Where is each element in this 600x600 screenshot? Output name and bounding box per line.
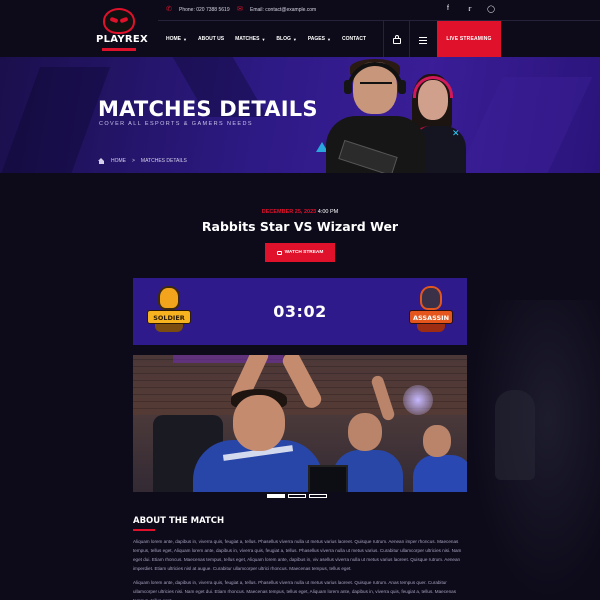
page-hero: MATCHES DETAILS COVER ALL ESPORTS & GAME…	[0, 57, 600, 173]
nav-about[interactable]: ABOUT US	[198, 36, 224, 42]
breadcrumb-home[interactable]: HOME	[111, 158, 126, 164]
background-soldier-silhouette	[495, 390, 535, 480]
slider-dot[interactable]	[267, 494, 285, 498]
twitter-icon[interactable]: 𝕣	[465, 5, 475, 13]
brand-logo[interactable]: PLAYREX	[96, 8, 149, 52]
mail-icon: ✉	[237, 6, 243, 13]
slider-dot[interactable]	[309, 494, 327, 498]
nav-divider	[383, 21, 384, 57]
team-right-name: ASSASSIN	[409, 310, 453, 324]
page-subtitle: COVER ALL ESPORTS & GAMERS NEEDS	[99, 121, 253, 127]
match-date: DECEMBER 25, 2023	[261, 209, 317, 215]
breadcrumb: HOME > MATCHES DETAILS	[98, 158, 187, 164]
facebook-icon[interactable]: f	[443, 5, 453, 12]
nav-divider	[409, 21, 410, 57]
watch-stream-button[interactable]: WATCH STREAM	[265, 243, 335, 262]
about-heading: ABOUT THE MATCH	[133, 516, 225, 526]
match-title: Rabbits Star VS Wizard Wer	[201, 219, 399, 234]
chevron-down-icon: ▼	[326, 36, 331, 42]
chevron-down-icon: ▼	[183, 36, 187, 42]
match-photo	[133, 355, 467, 492]
team-assassin-logo: ASSASSIN	[409, 286, 453, 336]
chevron-down-icon: ▼	[292, 36, 297, 42]
nav-pages[interactable]: PAGES ▼	[308, 36, 331, 42]
nav-contact-label: CONTACT	[341, 36, 367, 42]
match-time: 4:00 PM	[317, 209, 339, 215]
live-streaming-button[interactable]: LIVE STREAMING	[437, 21, 501, 57]
tv-icon	[276, 250, 282, 255]
phone-text: Phone: 020 7388 5619	[179, 6, 230, 13]
instagram-icon[interactable]: ◯	[486, 5, 496, 13]
phone-icon: ✆	[166, 6, 172, 13]
brand-name: PLAYREX	[96, 34, 149, 45]
chevron-down-icon: ▼	[261, 36, 266, 42]
nav-contact[interactable]: CONTACT	[342, 36, 366, 42]
nav-matches[interactable]: MATCHES ▼	[235, 36, 265, 42]
main-nav: HOME ▼ ABOUT US MATCHES ▼ BLOG ▼ PAGES ▼ CON…	[166, 36, 377, 42]
scoreboard: SOLDIER 03:02 ASSASSIN	[133, 278, 467, 345]
page-title: MATCHES DETAILS	[98, 97, 318, 121]
site-header: PLAYREX ✆ Phone: 020 7388 5619 ✉ Email: …	[0, 0, 600, 57]
topbar-divider	[158, 20, 600, 21]
nav-home-label: HOME	[166, 36, 181, 42]
email-contact[interactable]: ✉ Email: contact@example.com	[237, 6, 316, 13]
cart-icon[interactable]	[392, 35, 402, 44]
breadcrumb-separator: >	[132, 158, 135, 164]
nav-home[interactable]: HOME ▼	[166, 36, 187, 42]
nav-matches-label: MATCHES	[235, 36, 260, 42]
watch-stream-label: WATCH STREAM	[284, 250, 324, 255]
match-datetime: DECEMBER 25, 2023 4:00 PM	[0, 209, 600, 215]
slider-pagination	[267, 494, 327, 498]
nav-blog[interactable]: BLOG ▼	[276, 36, 296, 42]
logo-underline	[102, 48, 136, 51]
slider-dot[interactable]	[288, 494, 306, 498]
hero-shard	[0, 67, 111, 173]
phone-contact[interactable]: ✆ Phone: 020 7388 5619	[166, 6, 230, 13]
about-paragraph-1: Aliquam lorem ante, dapibus in, viverra …	[133, 539, 462, 571]
hamburger-menu-icon[interactable]	[419, 37, 427, 46]
home-icon	[98, 158, 105, 164]
nav-about-label: ABOUT US	[197, 36, 225, 42]
assassin-mascot-icon	[420, 286, 442, 310]
nav-pages-label: PAGES	[307, 36, 325, 42]
headset-logo-icon	[103, 8, 135, 34]
heading-underline	[133, 529, 155, 531]
hero-shard	[457, 77, 593, 173]
nav-blog-label: BLOG	[276, 36, 291, 42]
background-texture	[470, 300, 600, 600]
email-text: Email: contact@example.com	[250, 6, 317, 13]
breadcrumb-current: MATCHES DETAILS	[140, 158, 187, 164]
about-paragraph-2: Aliquam lorem ante, dapibus in, viverra …	[133, 580, 456, 600]
